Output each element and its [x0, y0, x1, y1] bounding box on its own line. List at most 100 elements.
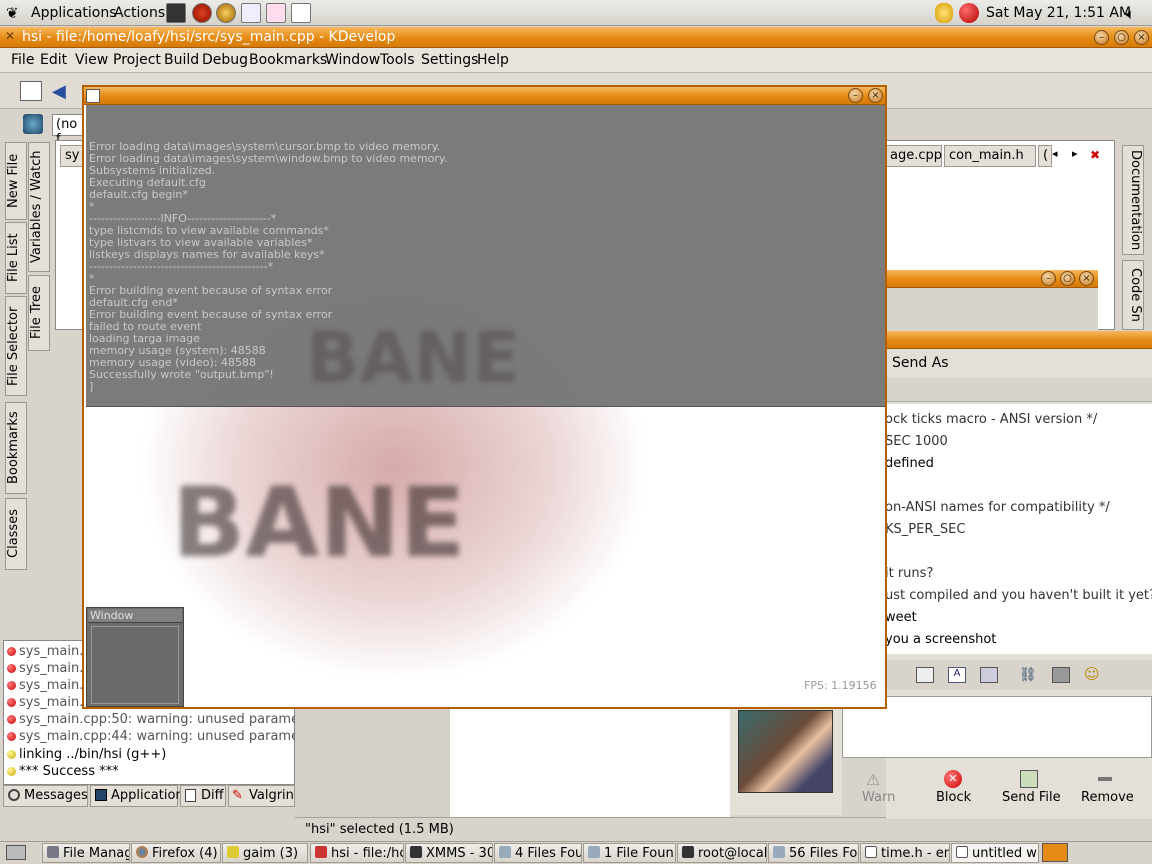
record-icon[interactable]: [959, 3, 979, 23]
tab-file-tree[interactable]: File Tree: [28, 275, 50, 351]
sdl-titlebar[interactable]: – ×: [84, 87, 885, 105]
sdl-minimize-button[interactable]: –: [848, 88, 863, 103]
close-button[interactable]: ×: [1134, 30, 1149, 45]
warn-button[interactable]: Warn: [862, 790, 895, 805]
calc-launcher-icon[interactable]: [291, 3, 311, 23]
menu-debug[interactable]: Debug: [202, 52, 248, 68]
tab-bookmarks[interactable]: Bookmarks: [5, 402, 27, 494]
secondary-window-body: [886, 288, 1098, 330]
menu-project[interactable]: Project: [113, 52, 161, 68]
smiley-icon[interactable]: ☺︎: [1084, 665, 1100, 683]
taskbar-item[interactable]: Firefox (4): [131, 843, 221, 863]
send-file-button[interactable]: Send File: [1002, 790, 1061, 805]
taskbar-item[interactable]: gaim (3): [222, 843, 308, 863]
terminal-launcher-icon[interactable]: [166, 3, 186, 23]
editor-tab-con-main-h[interactable]: con_main.h: [944, 145, 1036, 167]
gnome-foot-icon[interactable]: ❦: [6, 4, 19, 22]
taskbar-item[interactable]: 4 Files Fou: [494, 843, 582, 863]
send-file-icon[interactable]: [1020, 770, 1038, 788]
bold-icon[interactable]: [916, 667, 934, 683]
taskbar-item[interactable]: untitled win: [951, 843, 1039, 863]
chat-input[interactable]: [842, 696, 1152, 758]
gaim-menu-send-as[interactable]: Send As: [892, 355, 949, 371]
taskbar-item[interactable]: 1 File Foun: [583, 843, 676, 863]
editor-tab-more[interactable]: (: [1038, 145, 1052, 167]
menu-bookmarks[interactable]: Bookmarks: [249, 52, 327, 68]
taskbar-item[interactable]: root@locall: [677, 843, 767, 863]
secondary-minimize-button[interactable]: –: [1041, 271, 1056, 286]
tab-documentation[interactable]: Documentation: [1122, 145, 1144, 255]
message-row[interactable]: sys_main.c: [7, 678, 91, 693]
taskbar-item[interactable]: XMMS - 30: [405, 843, 493, 863]
notification-icon[interactable]: [935, 3, 953, 23]
image-icon[interactable]: [1052, 667, 1070, 683]
actions-menu[interactable]: Actions: [114, 5, 165, 21]
menu-window[interactable]: Window: [325, 52, 380, 68]
message-row[interactable]: sys_main.cpp:50: warning: unused paramet…: [7, 712, 329, 727]
gaim-titlebar[interactable]: [886, 331, 1152, 349]
class-browser-icon[interactable]: [23, 114, 43, 134]
taskbar-item[interactable]: hsi - file:/hc: [310, 843, 404, 863]
clock[interactable]: Sat May 21, 1:51 AM: [986, 5, 1131, 21]
block-button[interactable]: Block: [936, 790, 971, 805]
editor-tab-age-cpp[interactable]: age.cpp: [885, 145, 942, 167]
volume-icon[interactable]: 🔈︎: [1126, 5, 1135, 23]
remove-button[interactable]: Remove: [1081, 790, 1134, 805]
menu-view[interactable]: View: [75, 52, 108, 68]
chat-line: SEC 1000: [885, 434, 948, 449]
tab-file-list[interactable]: File List: [5, 222, 27, 294]
tab-file-selector[interactable]: File Selector: [5, 296, 27, 396]
message-row[interactable]: sys_main.c: [7, 661, 91, 676]
show-desktop-icon[interactable]: [6, 845, 26, 860]
secondary-maximize-button[interactable]: ○: [1060, 271, 1075, 286]
kdevelop-titlebar[interactable]: ✕ hsi - file:/home/loafy/hsi/src/sys_mai…: [0, 27, 1152, 48]
maximize-button[interactable]: ○: [1114, 30, 1129, 45]
close-tab-icon[interactable]: ✖: [1090, 148, 1100, 162]
font-icon[interactable]: A: [948, 667, 966, 683]
tab-code-snippets[interactable]: Code Sn: [1122, 260, 1144, 330]
menu-settings[interactable]: Settings: [421, 52, 478, 68]
warn-icon[interactable]: ⚠︎: [866, 770, 880, 789]
message-row[interactable]: sys_main.c: [7, 695, 91, 710]
refresh-icon[interactable]: [20, 81, 42, 101]
gaim-launcher-icon[interactable]: [192, 3, 212, 23]
menu-edit[interactable]: Edit: [40, 52, 67, 68]
tab-variables-watch[interactable]: Variables / Watch: [28, 142, 50, 272]
link-icon[interactable]: ⛓︎: [1019, 667, 1037, 683]
taskbar-item[interactable]: File Manag: [42, 843, 130, 863]
applications-menu[interactable]: Applications: [31, 5, 117, 21]
message-row[interactable]: sys_main.cpp:44: warning: unused paramet…: [7, 729, 329, 744]
secondary-titlebar[interactable]: – ○ ×: [886, 270, 1098, 288]
window-menu-icon[interactable]: ✕: [5, 29, 15, 43]
mini-window-titlebar[interactable]: Window: [88, 609, 182, 623]
browser-launcher-icon[interactable]: [216, 3, 236, 23]
taskbar-item[interactable]: time.h - em: [860, 843, 950, 863]
buddy-avatar[interactable]: [738, 710, 833, 793]
secondary-close-button[interactable]: ×: [1079, 271, 1094, 286]
message-row[interactable]: linking ../bin/hsi (g++): [7, 747, 166, 762]
block-icon[interactable]: ✕: [944, 770, 962, 788]
remove-icon[interactable]: [1098, 777, 1112, 781]
minimize-button[interactable]: –: [1094, 30, 1109, 45]
tab-scroll-right-icon[interactable]: ▸: [1072, 147, 1078, 160]
tab-classes[interactable]: Classes: [5, 498, 27, 570]
sdl-close-button[interactable]: ×: [868, 88, 883, 103]
editor-tab-sys[interactable]: sy: [60, 145, 85, 167]
menu-tools[interactable]: Tools: [380, 52, 415, 68]
tab-scroll-left-icon[interactable]: ◂: [1052, 147, 1058, 160]
document-launcher-icon[interactable]: [241, 3, 261, 23]
back-arrow-icon[interactable]: ◀: [52, 81, 66, 102]
tab-new-file[interactable]: New File: [5, 142, 27, 220]
taskbar-item[interactable]: 56 Files Fo: [768, 843, 859, 863]
background-color-icon[interactable]: [980, 667, 998, 683]
mini-window[interactable]: Window: [86, 607, 184, 707]
menu-build[interactable]: Build: [164, 52, 199, 68]
message-row[interactable]: sys_main.c: [7, 644, 91, 659]
sdl-window-icon[interactable]: [86, 89, 100, 103]
class-combo[interactable]: (no f: [52, 114, 84, 147]
message-row[interactable]: *** Success ***: [7, 764, 119, 779]
menu-file[interactable]: File: [11, 52, 34, 68]
workspace-switcher[interactable]: [1042, 843, 1068, 862]
draw-launcher-icon[interactable]: [266, 3, 286, 23]
menu-help[interactable]: Help: [477, 52, 509, 68]
